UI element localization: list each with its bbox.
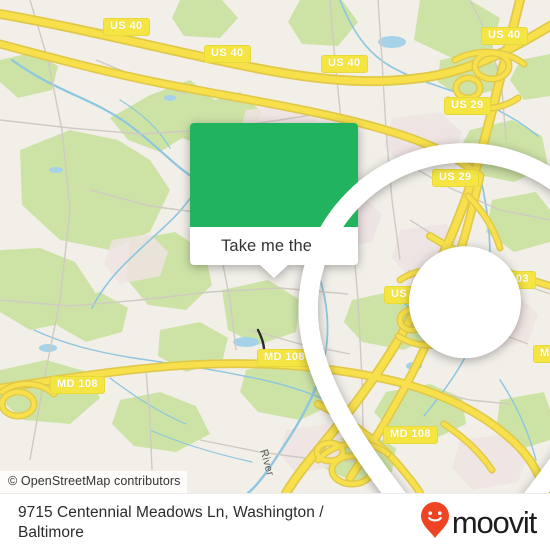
moovit-logo[interactable]: moovit (420, 501, 537, 544)
popup-pin-area (190, 123, 550, 493)
shield-us-40-d[interactable]: US 40 (481, 27, 528, 45)
moovit-wordmark: moovit (451, 505, 537, 540)
address-label: 9715 Centennial Meadows Ln, Washington /… (18, 503, 324, 541)
moovit-smiley-pin-icon (420, 501, 450, 544)
map-canvas[interactable]: US 40 US 40 US 40 US 40 US 29 US 29 US 2… (0, 0, 550, 493)
moovit-map-screenshot: US 40 US 40 US 40 US 40 US 29 US 29 US 2… (0, 0, 550, 550)
destination-popup[interactable]: Take me there (190, 123, 550, 493)
shield-us-40-c[interactable]: US 40 (321, 55, 368, 73)
osm-attribution[interactable]: © OpenStreetMap contributors (0, 471, 187, 493)
footer-bar: 9715 Centennial Meadows Ln, Washington /… (0, 493, 550, 550)
shield-us-40-a[interactable]: US 40 (103, 18, 150, 36)
shield-md-108-a[interactable]: MD 108 (50, 376, 105, 394)
shield-us-29-a[interactable]: US 29 (444, 97, 491, 115)
popup-tail (260, 265, 288, 278)
shield-us-40-b[interactable]: US 40 (204, 45, 251, 63)
